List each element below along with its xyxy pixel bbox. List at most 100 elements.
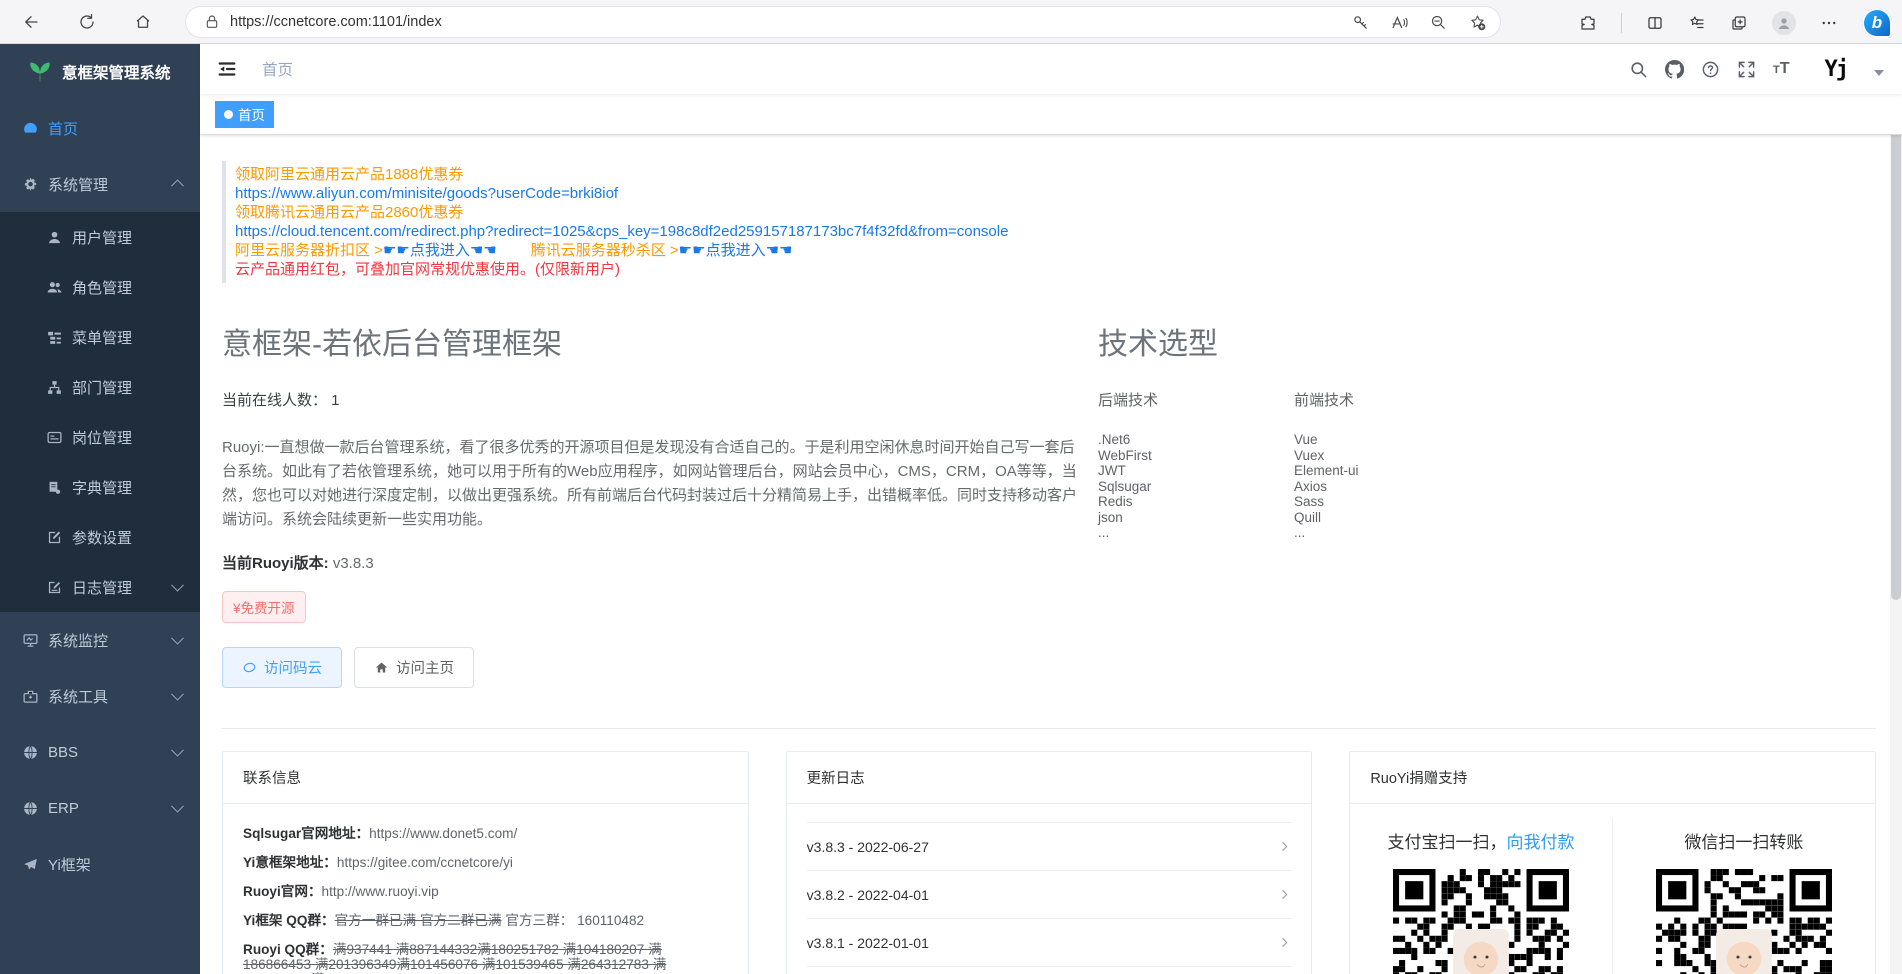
chevron-down-icon <box>171 579 184 592</box>
donate-card-title: RuoYi捐赠支持 <box>1350 752 1875 804</box>
extensions-icon[interactable] <box>1579 14 1597 32</box>
app-logo[interactable]: 意框架管理系统 <box>0 44 200 100</box>
contact-card-title: 联系信息 <box>223 752 748 804</box>
contact-row: Yi意框架地址：https://gitee.com/ccnetcore/yi <box>243 855 728 870</box>
font-size-icon[interactable]: TT <box>1773 60 1790 78</box>
wechat-title: 微信扫一扫转账 <box>1684 828 1803 853</box>
app-navbar: 首页 TT Yj <box>200 44 1902 94</box>
donate-card: RuoYi捐赠支持 支付宝扫一扫，向我付款 微信扫一扫转账 <box>1349 751 1876 974</box>
sidebar-item-role-manage[interactable]: 角色管理 <box>0 262 200 312</box>
contact-link[interactable]: https://www.donet5.com/ <box>369 826 517 841</box>
sidebar-item-bbs[interactable]: BBS <box>0 724 200 780</box>
tech-column: 技术选型 后端技术 .Net6WebFirstJWTSqlsugarRedisj… <box>1098 319 1876 688</box>
changelog-item[interactable]: v3.8.1 - 2022-01-01 <box>807 919 1292 967</box>
dashboard-icon <box>22 120 39 137</box>
breadcrumb[interactable]: 首页 <box>262 58 293 80</box>
online-count: 当前在线人数： 1 <box>222 389 1078 410</box>
wechat-column: 微信扫一扫转账 <box>1613 818 1875 974</box>
page-scrollbar[interactable] <box>1890 44 1902 974</box>
favorite-add-icon[interactable] <box>1469 14 1486 31</box>
tab-home[interactable]: 首页 <box>215 101 274 128</box>
sprout-icon <box>26 58 54 86</box>
scrollbar-thumb[interactable] <box>1891 100 1901 600</box>
enter-link[interactable]: ☛☛点我进入☚☚ <box>383 242 497 259</box>
github-icon[interactable] <box>1665 60 1684 79</box>
sidebar-item-label: 首页 <box>48 118 78 139</box>
frontend-list: VueVuexElement-uiAxiosSassQuill... <box>1294 432 1490 541</box>
sidebar-item-log-manage[interactable]: 日志管理 <box>0 562 200 612</box>
question-icon[interactable] <box>1701 60 1720 79</box>
sidebar-item-post-manage[interactable]: 岗位管理 <box>0 412 200 462</box>
address-bar[interactable]: https://ccnetcore.com:1101/index <box>185 6 1501 38</box>
tab-actions-icon[interactable] <box>1730 14 1748 32</box>
toolbar-separator <box>1621 13 1622 33</box>
refresh-icon[interactable] <box>73 8 101 36</box>
backend-title: 后端技术 <box>1098 389 1294 410</box>
description: Ruoyi:一直想做一款后台管理系统，看了很多优秀的开源项目但是发现没有合适自己… <box>222 436 1078 532</box>
fullscreen-icon[interactable] <box>1737 60 1756 79</box>
tags-view: 首页 <box>200 94 1902 135</box>
sidebar-item-label: 系统管理 <box>48 174 108 195</box>
sidebar-item-dict-manage[interactable]: 字典管理 <box>0 462 200 512</box>
menu-tree-icon <box>46 329 63 346</box>
promo-line: 阿里云服务器折扣区 >☛☛点我进入☚☚腾讯云服务器秒杀区 >☛☛点我进入☚☚ <box>235 241 1876 260</box>
section-divider <box>222 728 1876 729</box>
sidebar-item-home[interactable]: 首页 <box>0 100 200 156</box>
changelog-item[interactable]: v3.8.3 - 2022-06-27 <box>807 823 1292 871</box>
promo-link[interactable]: https://www.aliyun.com/minisite/goods?us… <box>235 184 1876 203</box>
home-icon[interactable] <box>129 8 157 36</box>
sidebar-item-system-manage[interactable]: 系统管理 <box>0 156 200 212</box>
caret-down-icon[interactable] <box>1874 70 1884 76</box>
search-icon[interactable] <box>1629 60 1648 79</box>
wechat-qr-code <box>1656 869 1832 974</box>
chevron-right-icon <box>1278 840 1291 853</box>
sidebar-item-yi-framework[interactable]: Yi框架 <box>0 836 200 892</box>
enter-link[interactable]: ☛☛点我进入☚☚ <box>679 242 793 259</box>
dictionary-icon <box>46 479 63 496</box>
version-line: 当前Ruoyi版本: v3.8.3 <box>222 552 1078 573</box>
url-text[interactable]: https://ccnetcore.com:1101/index <box>230 14 1352 30</box>
sidebar-item-system-monitor[interactable]: 系统监控 <box>0 612 200 668</box>
sidebar-item-system-tools[interactable]: 系统工具 <box>0 668 200 724</box>
sidebar-item-erp[interactable]: ERP <box>0 780 200 836</box>
log-icon <box>46 579 63 596</box>
sidebar-item-dept-manage[interactable]: 部门管理 <box>0 362 200 412</box>
contact-link[interactable]: https://gitee.com/ccnetcore/yi <box>337 855 513 870</box>
visit-gitee-button[interactable]: 访问码云 <box>222 647 342 688</box>
changelog-item[interactable]: v3.8.0 - 2021-12-01 <box>807 967 1292 974</box>
sidebar-item-menu-manage[interactable]: 菜单管理 <box>0 312 200 362</box>
changelog-item[interactable]: v3.8.2 - 2022-04-01 <box>807 871 1292 919</box>
page-title: 意框架-若依后台管理框架 <box>222 319 1078 363</box>
gear-icon <box>22 176 39 193</box>
read-aloud-icon[interactable] <box>1391 14 1408 31</box>
back-icon[interactable] <box>17 8 45 36</box>
contact-card: 联系信息 Sqlsugar官网地址：https://www.donet5.com… <box>222 751 749 974</box>
chevron-up-icon <box>171 179 184 192</box>
zoom-out-icon[interactable] <box>1430 14 1447 31</box>
profile-icon[interactable] <box>1772 11 1796 35</box>
monitor-icon <box>22 632 39 649</box>
contact-link[interactable]: http://www.ruoyi.vip <box>322 884 439 899</box>
sidebar-item-param-settings[interactable]: 参数设置 <box>0 512 200 562</box>
changelog-list: v3.8.3 - 2022-06-27 v3.8.2 - 2022-04-01 … <box>807 822 1292 974</box>
promo-line: 领取腾讯云通用云产品2860优惠券 <box>235 203 1876 222</box>
contact-row: Ruoyi QQ群：满937441 满887144332满180251782 满… <box>243 942 728 974</box>
split-screen-icon[interactable] <box>1646 14 1664 32</box>
key-icon[interactable] <box>1352 14 1369 31</box>
sidebar-item-user-manage[interactable]: 用户管理 <box>0 212 200 262</box>
main-content: 领取阿里云通用云产品1888优惠券 https://www.aliyun.com… <box>200 135 1902 974</box>
fold-menu-icon[interactable] <box>216 58 238 80</box>
app-title: 意框架管理系统 <box>62 61 171 83</box>
free-open-source-tag: ¥免费开源 <box>222 591 306 623</box>
gitee-icon <box>242 660 257 675</box>
bing-icon[interactable]: b <box>1862 8 1892 38</box>
collections-icon[interactable] <box>1688 14 1706 32</box>
pay-me-link[interactable]: 向我付款 <box>1506 833 1574 852</box>
changelog-card-title: 更新日志 <box>787 752 1312 804</box>
visit-homepage-button[interactable]: 访问主页 <box>354 647 474 688</box>
changelog-card: 更新日志 v3.8.3 - 2022-06-27 v3.8.2 - 2022-0… <box>786 751 1313 974</box>
frontend-title: 前端技术 <box>1294 389 1490 410</box>
promo-link[interactable]: https://cloud.tencent.com/redirect.php?r… <box>235 222 1876 241</box>
more-icon[interactable] <box>1820 14 1838 32</box>
avatar[interactable]: Yj <box>1825 57 1848 82</box>
